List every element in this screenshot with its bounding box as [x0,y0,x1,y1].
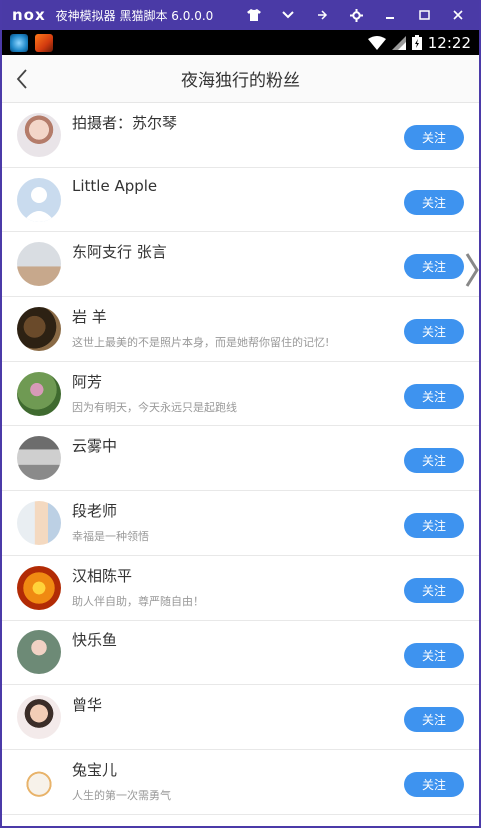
fan-list-item[interactable]: 阿芳因为有明天，今天永远只是起跑线 关注 [2,362,479,427]
close-icon[interactable] [445,4,471,26]
game-notification-icon [35,33,53,52]
follow-button[interactable]: 关注 [404,125,464,150]
fan-signature: 这世上最美的不是照片本身，而是她帮你留住的记忆! [72,335,330,349]
avatar[interactable] [17,371,61,416]
avatar[interactable] [17,695,61,740]
follow-button[interactable]: 关注 [404,189,464,215]
edge-handle-icon[interactable] [465,252,481,288]
follow-button[interactable]: 关注 [404,642,464,668]
avatar[interactable] [17,436,61,481]
page-header: 夜海独行的粉丝 [2,55,479,103]
emulator-logo: nox [12,6,46,24]
fan-list-item[interactable]: 曾华关注 [2,685,479,750]
battery-icon [411,35,422,50]
fan-list-item[interactable]: 快乐鱼关注 [2,621,479,686]
fan-list-item[interactable]: 东阿支行 张言关注 [2,232,479,298]
fan-name[interactable]: 岩 羊 [72,306,107,327]
avatar[interactable] [17,242,61,287]
avatar[interactable] [17,112,61,157]
android-status-bar: 12:22 [2,30,479,55]
fan-name[interactable]: 东阿支行 张言 [72,241,167,262]
status-indicators: 12:22 [367,33,471,52]
avatar[interactable] [17,500,61,545]
avatar[interactable] [17,630,61,675]
follow-button[interactable]: 关注 [404,577,464,603]
fan-name[interactable]: 云雾中 [72,435,117,456]
minimize-icon[interactable] [377,4,403,26]
emulator-controls [233,4,471,26]
avatar[interactable] [17,306,61,351]
follow-button[interactable]: 关注 [404,254,464,280]
app-window: nox 夜神模拟器 黑猫脚本 6.0.0.0 12:22 夜海独行的粉丝 拍摄者… [0,0,481,828]
avatar[interactable] [17,759,61,804]
fan-list-item[interactable]: 段老师幸福是一种领悟 关注 [2,491,479,556]
app-notification-icon [10,33,28,52]
fan-name[interactable]: 兔宝儿 [72,759,117,780]
fan-name[interactable]: Little Apple [72,177,157,195]
dropdown-chevron-icon[interactable] [275,4,301,26]
fan-list-item[interactable]: 汉相陈平助人伴自助，尊严随自由！ 关注 [2,556,479,621]
pin-icon[interactable] [309,4,335,26]
fan-list-item[interactable]: 云雾中关注 [2,426,479,492]
fan-signature: 因为有明天，今天永远只是起跑线 [72,400,237,414]
wifi-icon [367,35,386,50]
follow-button[interactable]: 关注 [404,448,464,474]
emulator-title-bar: nox 夜神模拟器 黑猫脚本 6.0.0.0 [2,0,479,30]
fan-list-item[interactable]: 兔宝儿人生的第一次需勇气 关注 [2,750,479,815]
back-arrow-icon [16,68,27,89]
back-button[interactable] [2,55,42,103]
fan-name[interactable]: 曾华 [72,694,102,715]
avatar[interactable] [17,565,61,610]
follow-button[interactable]: 关注 [404,383,464,409]
fan-name[interactable]: 快乐鱼 [72,629,117,650]
fan-name[interactable]: 拍摄者：苏尔琴 [72,112,177,133]
fan-list-item[interactable]: 岩 羊这世上最美的不是照片本身，而是她帮你留住的记忆! 关注 [2,297,479,362]
follow-button[interactable]: 关注 [404,707,464,733]
follow-button[interactable]: 关注 [404,513,464,539]
follow-button[interactable]: 关注 [404,771,464,797]
status-time: 12:22 [427,33,471,52]
fan-list: 拍摄者：苏尔琴 关注 Little Apple 关注 东阿支行 张言 关注岩 羊这世上最美… [2,103,479,815]
fan-list-item[interactable]: Little Apple 关注 [2,168,479,233]
fan-signature: 幸福是一种领悟 [72,529,149,543]
fan-name[interactable]: 阿芳 [72,371,102,392]
signal-icon [391,35,406,50]
avatar[interactable] [17,177,61,222]
page-title: 夜海独行的粉丝 [181,71,300,91]
maximize-icon[interactable] [411,4,437,26]
emulator-title: 夜神模拟器 黑猫脚本 6.0.0.0 [55,8,214,23]
fan-signature: 人生的第一次需勇气 [72,788,171,802]
fan-name[interactable]: 汉相陈平 [72,565,132,586]
follow-button[interactable]: 关注 [404,319,464,345]
fan-list-item[interactable]: 拍摄者：苏尔琴关注 [2,103,479,168]
fan-name[interactable]: 段老师 [72,500,117,521]
skin-icon[interactable] [241,4,267,26]
fan-signature: 助人伴自助，尊严随自由！ [72,594,204,608]
settings-gear-icon[interactable] [343,4,369,26]
